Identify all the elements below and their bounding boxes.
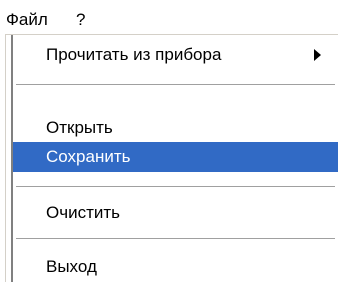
menu-item-save[interactable]: Сохранить [13, 142, 338, 172]
menu-separator [16, 84, 335, 86]
triangle-right-icon [314, 49, 321, 61]
menu-item-label: Сохранить [46, 147, 131, 166]
menu-item-exit[interactable]: Выход [13, 252, 338, 282]
menu-item-label: Выход [46, 257, 97, 276]
menu-file[interactable]: Файл [6, 9, 48, 31]
menu-item-label: Прочитать из прибора [46, 45, 222, 64]
menu-bar: Файл ? [0, 0, 338, 34]
menu-item-label: Открыть [46, 118, 113, 137]
menu-item-clear[interactable]: Очистить [13, 198, 338, 228]
menu-item-read-from-device[interactable]: Прочитать из прибора [13, 40, 338, 70]
menu-separator [16, 238, 335, 240]
menu-separator [16, 186, 335, 188]
menu-help[interactable]: ? [76, 9, 85, 31]
menu-item-label: Очистить [46, 203, 121, 222]
menu-item-open[interactable]: Открыть [13, 113, 338, 143]
